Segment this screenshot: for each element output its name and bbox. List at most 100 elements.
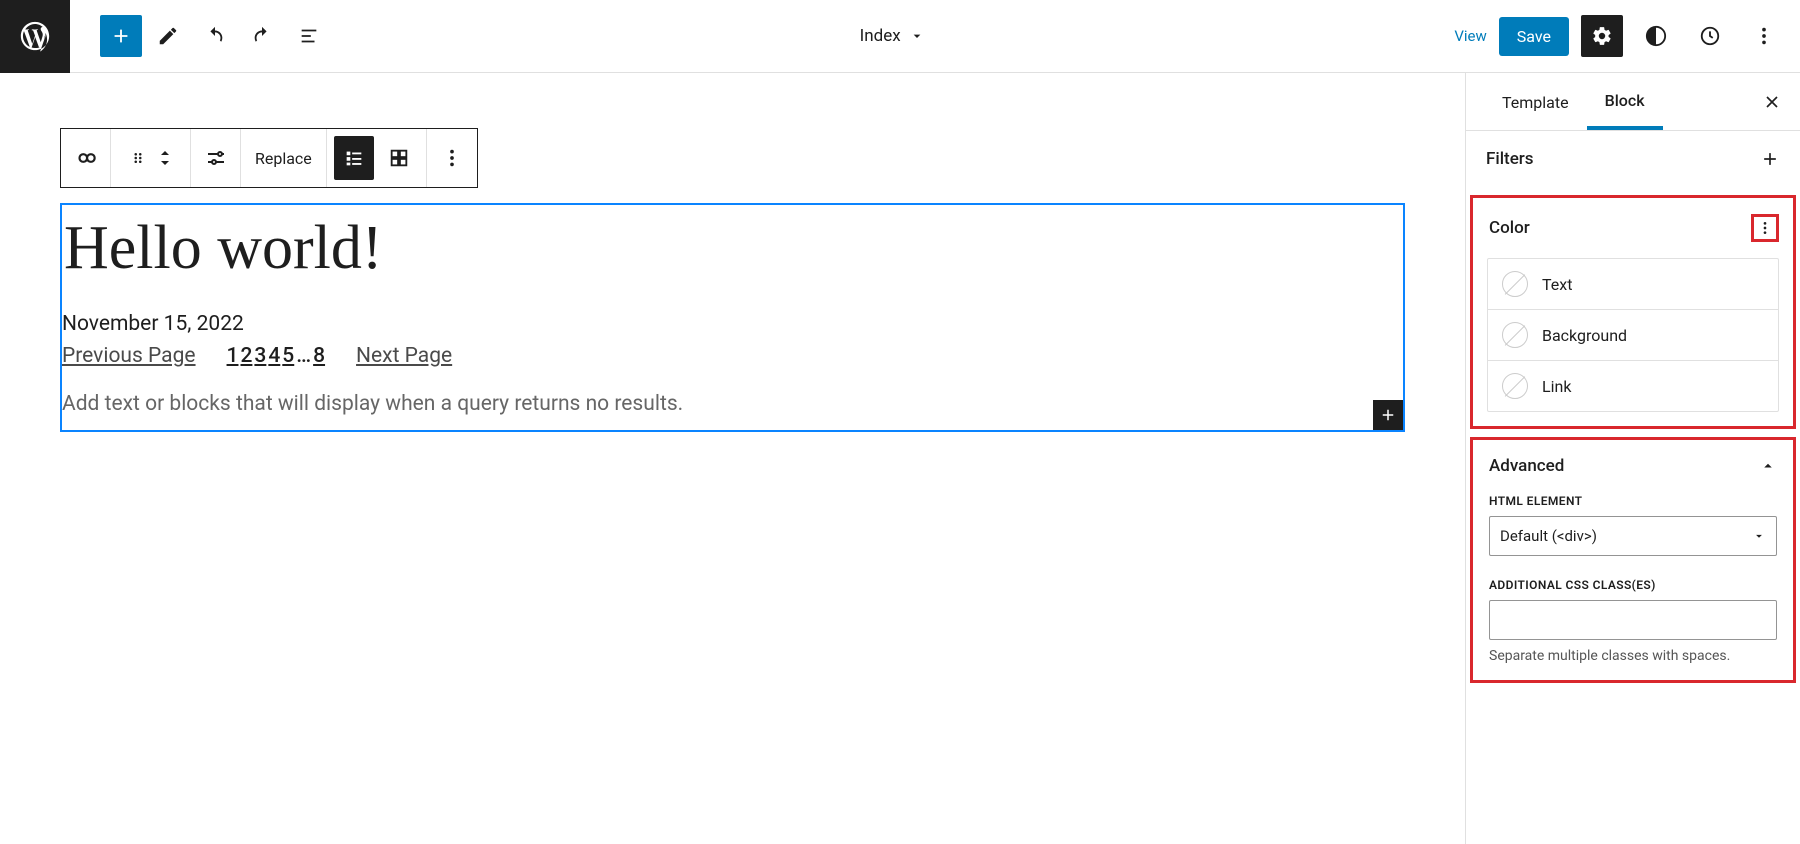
no-results-placeholder[interactable]: Add text or blocks that will display whe… (62, 388, 1403, 420)
page-8[interactable]: 8 (313, 344, 325, 368)
css-classes-label: ADDITIONAL CSS CLASS(ES) (1489, 578, 1777, 592)
redo-icon (251, 25, 273, 47)
chevron-up-icon (157, 148, 173, 158)
more-vertical-icon (1753, 25, 1775, 47)
color-link-label: Link (1542, 377, 1571, 396)
page-2[interactable]: 2 (240, 344, 252, 368)
help-button[interactable] (1689, 15, 1731, 57)
infinity-icon (73, 145, 99, 171)
half-circle-icon (1645, 25, 1667, 47)
compass-icon (1699, 25, 1721, 47)
html-element-value: Default (<div>) (1500, 527, 1597, 545)
empty-swatch-icon (1502, 322, 1528, 348)
main-area: Replace Hello world! November 15, 2022 P… (0, 73, 1800, 844)
page-5[interactable]: 5 (282, 344, 294, 368)
pagination-next[interactable]: Next Page (356, 344, 452, 368)
edit-tool-button[interactable] (147, 15, 189, 57)
page-4[interactable]: 4 (268, 344, 280, 368)
pencil-icon (157, 25, 179, 47)
page-1[interactable]: 1 (227, 344, 239, 368)
settings-button[interactable] (1581, 15, 1623, 57)
document-outline-icon (298, 25, 320, 47)
plus-icon (110, 25, 132, 47)
add-filter-button[interactable] (1760, 149, 1780, 169)
document-title: Index (860, 26, 901, 46)
display-settings-button[interactable] (191, 129, 241, 187)
page-3[interactable]: 3 (254, 344, 266, 368)
color-background-label: Background (1542, 326, 1627, 345)
topbar-left-tools (70, 15, 330, 57)
view-link[interactable]: View (1454, 27, 1486, 45)
plus-icon (1379, 406, 1397, 424)
post-date[interactable]: November 15, 2022 (62, 308, 1403, 340)
color-list: Text Background Link (1487, 258, 1779, 412)
document-title-area[interactable]: Index (330, 26, 1454, 46)
advanced-toggle[interactable]: Advanced (1473, 440, 1793, 490)
top-toolbar: Index View Save (0, 0, 1800, 73)
close-icon (1762, 92, 1782, 112)
drag-handle-icon (129, 145, 147, 171)
more-options-button[interactable] (1743, 15, 1785, 57)
empty-swatch-icon (1502, 271, 1528, 297)
block-toolbar: Replace (60, 128, 478, 188)
html-element-label: HTML ELEMENT (1489, 494, 1777, 508)
grid-layout-icon (388, 147, 410, 169)
list-view-button[interactable] (288, 15, 330, 57)
chevron-down-icon (157, 158, 173, 168)
filters-section: Filters (1466, 131, 1800, 187)
color-background-button[interactable]: Background (1488, 309, 1778, 360)
color-text-label: Text (1542, 275, 1572, 294)
more-vertical-icon (1757, 220, 1773, 236)
color-text-button[interactable]: Text (1488, 259, 1778, 309)
chevron-down-icon (909, 28, 925, 44)
color-panel-highlight: Color Text Background Link (1470, 195, 1796, 429)
advanced-body: HTML ELEMENT Default (<div>) ADDITIONAL … (1473, 494, 1793, 680)
settings-sidebar: Template Block Filters Color (1465, 73, 1800, 844)
more-vertical-icon (441, 147, 463, 169)
plus-icon (1760, 149, 1780, 169)
layout-group (327, 129, 427, 187)
page-ellipsis: … (296, 344, 311, 368)
chevron-up-icon (1759, 457, 1777, 475)
save-button[interactable]: Save (1499, 17, 1569, 56)
append-block-button[interactable] (1373, 400, 1403, 430)
layout-list-button[interactable] (334, 136, 374, 180)
tab-block[interactable]: Block (1587, 73, 1663, 130)
advanced-panel-highlight: Advanced HTML ELEMENT Default (<div>) AD… (1470, 437, 1796, 683)
query-loop-block-type[interactable] (61, 129, 111, 187)
css-classes-input[interactable] (1489, 600, 1777, 640)
undo-icon (204, 25, 226, 47)
styles-button[interactable] (1635, 15, 1677, 57)
query-loop-block[interactable]: Hello world! November 15, 2022 Previous … (60, 203, 1405, 432)
filters-label: Filters (1486, 149, 1534, 169)
color-options-button[interactable] (1751, 214, 1779, 242)
sliders-icon (204, 146, 228, 170)
layout-grid-button[interactable] (379, 136, 419, 180)
html-element-select[interactable]: Default (<div>) (1489, 516, 1777, 556)
block-mover[interactable] (111, 129, 191, 187)
close-sidebar-button[interactable] (1762, 92, 1782, 112)
empty-swatch-icon (1502, 373, 1528, 399)
pagination-previous[interactable]: Previous Page (62, 344, 196, 368)
pagination-numbers[interactable]: 12345…8 (226, 344, 327, 368)
css-classes-help: Separate multiple classes with spaces. (1489, 648, 1777, 664)
topbar-right-tools: View Save (1454, 15, 1800, 57)
wordpress-icon (18, 19, 52, 53)
chevron-down-icon (1752, 529, 1766, 543)
advanced-heading: Advanced (1489, 456, 1564, 476)
gear-icon (1591, 25, 1613, 47)
block-more-options[interactable] (427, 129, 477, 187)
undo-button[interactable] (194, 15, 236, 57)
wordpress-logo[interactable] (0, 0, 70, 73)
add-block-button[interactable] (100, 15, 142, 57)
sidebar-tabs: Template Block (1466, 73, 1800, 131)
editor-canvas[interactable]: Replace Hello world! November 15, 2022 P… (0, 73, 1465, 844)
replace-button[interactable]: Replace (241, 129, 327, 187)
pagination: Previous Page 12345…8 Next Page (62, 340, 1403, 388)
redo-button[interactable] (241, 15, 283, 57)
color-link-button[interactable]: Link (1488, 360, 1778, 411)
sidebar-scrollbar[interactable] (1465, 73, 1466, 844)
list-layout-icon (343, 147, 365, 169)
post-title[interactable]: Hello world! (62, 207, 1403, 308)
tab-template[interactable]: Template (1484, 75, 1587, 128)
